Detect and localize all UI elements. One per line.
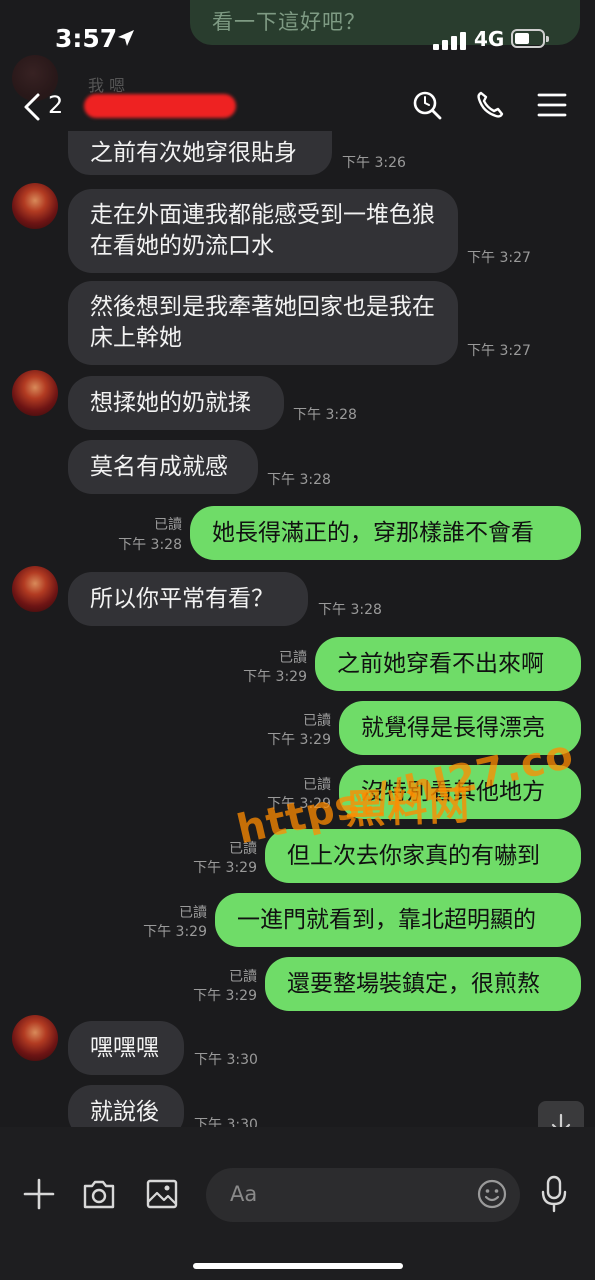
- message-time: 下午 3:29: [143, 924, 207, 940]
- message-time: 下午 3:29: [267, 732, 331, 748]
- microphone-icon[interactable]: [540, 1174, 568, 1214]
- read-receipt: 已讀: [179, 905, 207, 921]
- redacted-contact-name: [84, 94, 236, 118]
- emoji-icon[interactable]: [476, 1178, 508, 1210]
- message-bubble-incoming[interactable]: 然後想到是我牽著她回家也是我在床上幹她: [68, 281, 458, 365]
- message-time: 下午 3:28: [267, 472, 331, 488]
- message-time: 下午 3:28: [318, 602, 382, 618]
- message-time: 下午 3:29: [193, 988, 257, 1004]
- contact-avatar[interactable]: [12, 566, 58, 612]
- message-input-placeholder: Aa: [230, 1182, 258, 1206]
- message-bubble-incoming[interactable]: 莫名有成就感: [68, 440, 258, 494]
- message-time: 下午 3:29: [193, 860, 257, 876]
- signal-icon: [433, 32, 467, 50]
- message-bubble-outgoing[interactable]: 之前她穿看不出來啊: [315, 637, 581, 691]
- status-time: 3:57: [55, 24, 118, 53]
- message-bubble-incoming[interactable]: 之前有次她穿很貼身: [68, 131, 332, 175]
- search-icon[interactable]: [411, 89, 443, 121]
- message-bubble-outgoing[interactable]: 一進門就看到，靠北超明顯的: [215, 893, 581, 947]
- phone-icon[interactable]: [474, 89, 506, 121]
- message-time: 下午 3:27: [467, 250, 531, 266]
- message-bubble-incoming[interactable]: 嘿嘿嘿: [68, 1021, 184, 1075]
- read-receipt: 已讀: [154, 517, 182, 533]
- message-bubble-outgoing[interactable]: 她長得滿正的，穿那樣誰不會看: [190, 506, 581, 560]
- network-type: 4G: [474, 27, 505, 51]
- message-time: 下午 3:27: [467, 343, 531, 359]
- previous-sender-name: 我 嗯: [88, 76, 126, 95]
- previous-message-text: 看一下這好吧？: [212, 10, 366, 34]
- home-indicator[interactable]: [193, 1263, 403, 1269]
- message-bubble-incoming[interactable]: 走在外面連我都能感受到一堆色狼在看她的奶流口水: [68, 189, 458, 273]
- image-icon[interactable]: [145, 1178, 179, 1210]
- message-time: 下午 3:28: [293, 407, 357, 423]
- read-receipt: 已讀: [229, 969, 257, 985]
- message-time: 下午 3:26: [342, 155, 406, 171]
- message-bubble-incoming[interactable]: 所以你平常有看？: [68, 572, 308, 626]
- menu-icon[interactable]: [536, 89, 568, 121]
- read-receipt: 已讀: [303, 713, 331, 729]
- message-time: 下午 3:30: [194, 1052, 258, 1068]
- battery-icon: [511, 29, 549, 48]
- camera-icon[interactable]: [81, 1177, 117, 1211]
- message-bubble-outgoing[interactable]: 還要整場裝鎮定，很煎熬: [265, 957, 581, 1011]
- location-arrow-icon: [118, 30, 134, 46]
- contact-avatar[interactable]: [12, 183, 58, 229]
- message-time: 下午 3:29: [243, 669, 307, 685]
- unread-count[interactable]: 2: [48, 91, 63, 119]
- contact-avatar[interactable]: [12, 370, 58, 416]
- plus-icon[interactable]: [22, 1177, 56, 1211]
- message-bubble-incoming[interactable]: 想揉她的奶就揉: [68, 376, 284, 430]
- message-time: 下午 3:28: [118, 537, 182, 553]
- read-receipt: 已讀: [279, 650, 307, 666]
- contact-avatar[interactable]: [12, 1015, 58, 1061]
